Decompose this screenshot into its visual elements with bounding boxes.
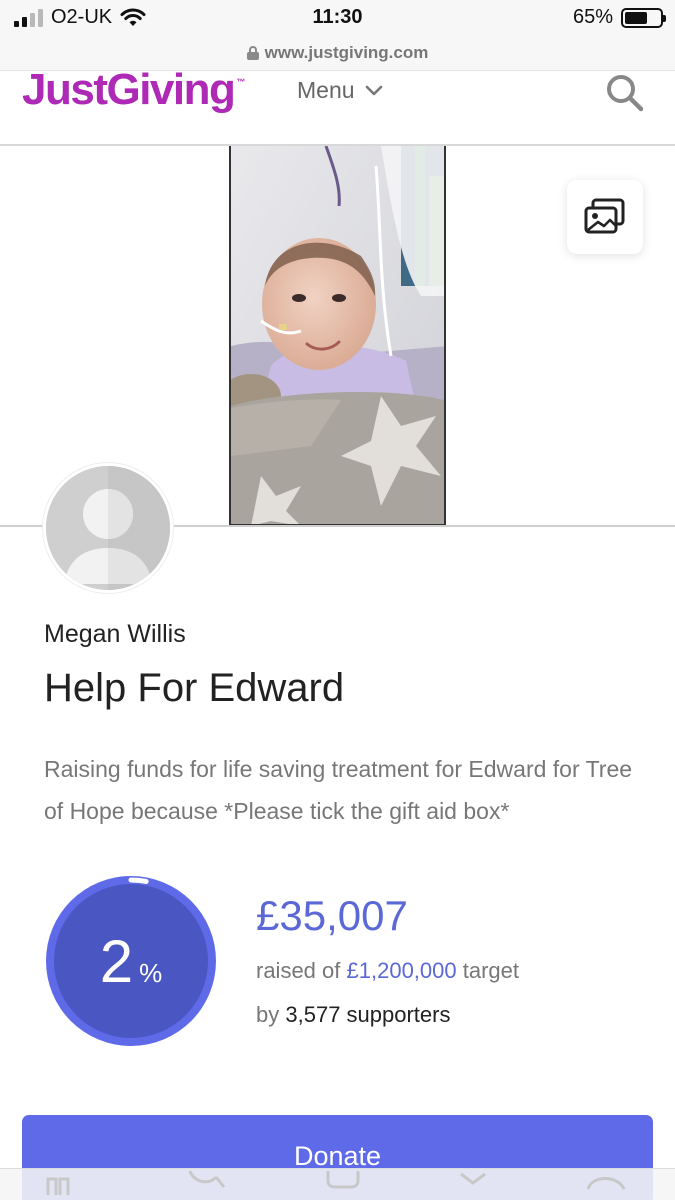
chevron-down-icon[interactable] xyxy=(458,1171,488,1191)
search-toolbar-icon[interactable] xyxy=(186,1171,226,1197)
target-line: raised of £1,200,000 target xyxy=(256,958,519,984)
url-text: www.justgiving.com xyxy=(264,43,429,62)
status-right: 65% xyxy=(572,6,666,29)
account-icon[interactable] xyxy=(586,1171,626,1197)
tabs-icon[interactable] xyxy=(326,1171,360,1197)
battery-icon xyxy=(621,7,666,28)
target-amount: £1,200,000 xyxy=(346,958,457,983)
fundraiser-owner[interactable]: Megan Willis xyxy=(44,620,186,649)
search-icon[interactable] xyxy=(605,73,645,113)
percent-value: 2 xyxy=(99,927,134,995)
lock-icon xyxy=(246,46,259,60)
supporters-line: by 3,577 supporters xyxy=(256,1002,450,1028)
menu-label: Menu xyxy=(297,77,355,103)
chevron-down-icon xyxy=(365,85,382,95)
gallery-icon xyxy=(584,198,625,234)
progress-percent: 2 % xyxy=(43,873,219,1049)
address-bar[interactable]: www.justgiving.com xyxy=(0,36,675,70)
campaign-photo[interactable] xyxy=(229,146,446,526)
user-placeholder-icon xyxy=(46,466,170,590)
battery-percent: 65% xyxy=(572,6,613,28)
donate-label: Donate xyxy=(293,1141,382,1171)
percent-sign: % xyxy=(139,957,163,988)
by-label: by xyxy=(256,1002,280,1027)
site-header: JustGiving ™ Menu xyxy=(0,70,675,146)
browser-toolbar xyxy=(0,1168,675,1200)
supporters-count: 3,577 supporters xyxy=(285,1002,451,1027)
justgiving-logo[interactable]: JustGiving ™ xyxy=(22,71,245,115)
menu-button[interactable]: Menu xyxy=(297,77,383,104)
gallery-button[interactable] xyxy=(567,180,643,254)
avatar xyxy=(43,463,173,593)
raised-amount: £35,007 xyxy=(256,892,408,939)
home-icon[interactable] xyxy=(44,1171,72,1195)
target-label: target xyxy=(462,958,520,983)
raised-of-label: raised of xyxy=(256,958,341,983)
page-description: Raising funds for life saving treatment … xyxy=(44,756,633,824)
status-bar: O2-UK 11:30 65% xyxy=(0,0,675,36)
page-title: Help For Edward xyxy=(44,666,345,710)
